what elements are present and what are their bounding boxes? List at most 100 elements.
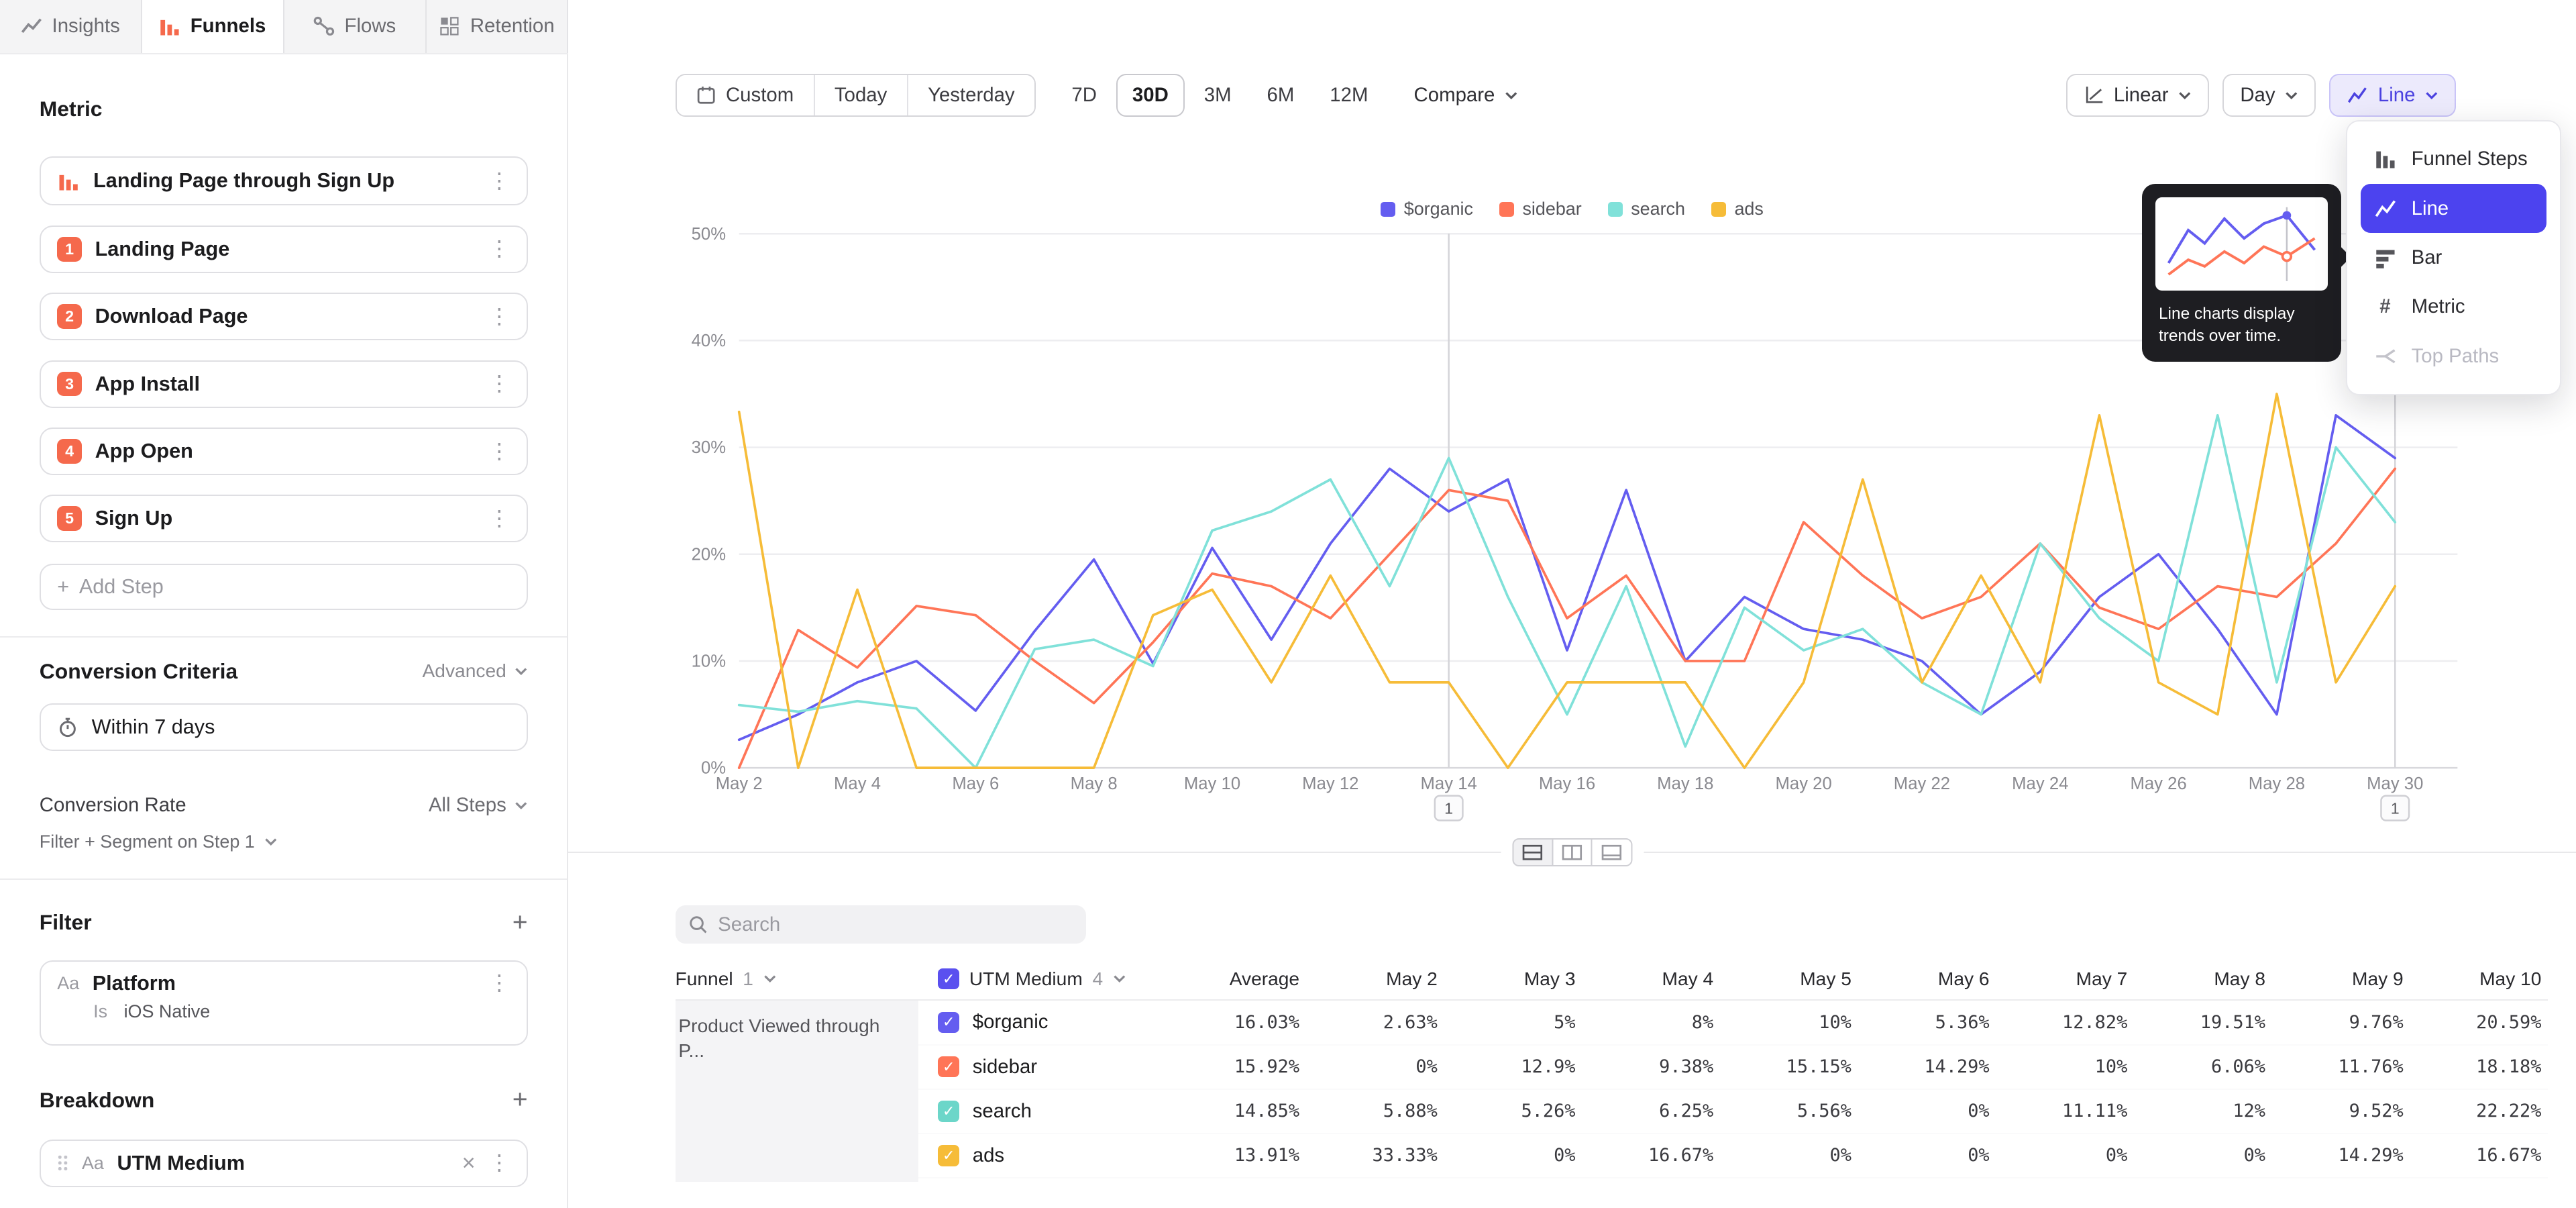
kebab-icon[interactable]: ⋮ <box>488 508 510 530</box>
funnel-title-card[interactable]: Landing Page through Sign Up ⋮ <box>40 156 528 205</box>
close-icon[interactable]: × <box>462 1152 476 1174</box>
row-name: search <box>973 1100 1032 1123</box>
step-label: App Open <box>95 440 193 463</box>
filter-operator[interactable]: Is <box>93 1001 107 1022</box>
layout-toggle-group <box>1501 838 1644 866</box>
x-axis-label: May 14 <box>1421 774 1477 793</box>
add-filter-button[interactable]: + <box>513 908 528 938</box>
add-breakdown-button[interactable]: + <box>513 1085 528 1115</box>
kebab-icon[interactable]: ⋮ <box>488 972 510 994</box>
advanced-dropdown[interactable]: Advanced <box>423 660 528 682</box>
range-6m-button[interactable]: 6M <box>1251 74 1311 117</box>
menu-item-line[interactable]: Line <box>2361 184 2547 233</box>
funnel-step-5[interactable]: 5 Sign Up ⋮ <box>40 495 528 542</box>
chevron-down-icon <box>763 974 777 983</box>
breakdown-utm-card[interactable]: Aa UTM Medium × ⋮ <box>40 1140 528 1187</box>
date-column-header: May 7 <box>1990 968 2128 990</box>
tab-label: Flows <box>345 15 396 38</box>
tab-flows[interactable]: Flows <box>284 0 427 53</box>
tab-retention[interactable]: Retention <box>427 0 569 53</box>
row-value-cell: 12.82% <box>1990 1012 2128 1033</box>
table-search[interactable] <box>676 905 1086 943</box>
breakdown-column-header[interactable]: ✓UTM Medium4 <box>918 968 1150 990</box>
funnel-name-cell[interactable]: Product Viewed through P... <box>676 1001 918 1181</box>
row-value-cell: 20.59% <box>2404 1012 2542 1033</box>
layout-rows-button[interactable] <box>1512 838 1553 866</box>
row-label-cell[interactable]: ✓$organic <box>918 1011 1150 1034</box>
row-label-cell[interactable]: ✓sidebar <box>918 1056 1150 1078</box>
row-checkbox[interactable]: ✓ <box>938 1056 959 1078</box>
series-line-sidebar[interactable] <box>739 468 2396 768</box>
table-row[interactable]: ✓search14.85%5.88%5.26%6.25%5.56%0%11.11… <box>918 1090 2548 1134</box>
row-value-cell: 0% <box>1438 1145 1576 1166</box>
all-steps-dropdown[interactable]: All Steps <box>429 794 528 817</box>
table-row[interactable]: ✓ads13.91%33.33%0%16.67%0%0%0%0%14.29%16… <box>918 1134 2548 1178</box>
menu-item-metric[interactable]: # Metric <box>2361 283 2547 332</box>
funnel-step-4[interactable]: 4 App Open ⋮ <box>40 427 528 475</box>
menu-item-bar[interactable]: Bar <box>2361 233 2547 282</box>
series-line-organic[interactable] <box>739 415 2396 739</box>
funnel-column-header[interactable]: Funnel1 <box>676 968 918 990</box>
funnel-step-1[interactable]: 1 Landing Page ⋮ <box>40 225 528 273</box>
layout-bottom-button[interactable] <box>1591 838 1632 866</box>
calendar-icon <box>696 85 716 105</box>
range-3m-button[interactable]: 3M <box>1188 74 1248 117</box>
range-12m-button[interactable]: 12M <box>1313 74 1384 117</box>
range-30d-button[interactable]: 30D <box>1116 74 1185 117</box>
chart-toolbar: Custom Today Yesterday 7D 30D 3M 6M 12M … <box>676 74 2576 117</box>
range-7d-button[interactable]: 7D <box>1055 74 1113 117</box>
filter-platform-card[interactable]: Aa Platform ⋮ Is iOS Native <box>40 960 528 1046</box>
kebab-icon[interactable]: ⋮ <box>488 306 510 328</box>
day-label: Day <box>2240 84 2275 107</box>
funnel-step-2[interactable]: 2 Download Page ⋮ <box>40 293 528 340</box>
kebab-icon[interactable]: ⋮ <box>488 1152 510 1174</box>
retention-icon <box>439 15 460 37</box>
chart-type-button[interactable]: Line <box>2329 74 2456 117</box>
linear-scale-button[interactable]: Linear <box>2066 74 2209 117</box>
y-axis-label: 40% <box>692 331 726 350</box>
yesterday-button[interactable]: Yesterday <box>908 75 1034 115</box>
filter-property-name: Platform <box>93 972 176 995</box>
row-checkbox[interactable]: ✓ <box>938 1101 959 1122</box>
tab-funnels[interactable]: Funnels <box>142 0 284 53</box>
conversion-window-card[interactable]: Within 7 days <box>40 703 528 751</box>
search-input[interactable] <box>718 913 1073 936</box>
menu-item-top-paths[interactable]: Top Paths <box>2361 332 2547 381</box>
row-checkbox[interactable]: ✓ <box>938 968 959 990</box>
today-button[interactable]: Today <box>815 75 908 115</box>
table-row[interactable]: ✓$organic16.03%2.63%5%8%10%5.36%12.82%19… <box>918 1001 2548 1045</box>
row-label-cell[interactable]: ✓ search <box>918 1100 1150 1123</box>
linear-axis-icon <box>2084 85 2104 105</box>
filter-value[interactable]: iOS Native <box>124 1001 211 1022</box>
row-value-cell: 0% <box>1713 1145 1851 1166</box>
advanced-label: Advanced <box>423 660 506 682</box>
series-line-search[interactable] <box>739 415 2396 767</box>
tab-insights[interactable]: Insights <box>0 0 142 53</box>
row-label-cell[interactable]: ✓ads <box>918 1144 1150 1167</box>
interval-day-button[interactable]: Day <box>2222 74 2316 117</box>
kebab-icon[interactable]: ⋮ <box>488 373 510 395</box>
kebab-icon[interactable]: ⋮ <box>488 441 510 462</box>
chevron-down-icon <box>2425 91 2438 99</box>
filter-segment-dropdown[interactable]: Filter + Segment on Step 1 <box>40 832 528 852</box>
drag-handle-icon[interactable] <box>57 1154 68 1172</box>
line-label: Line <box>2378 84 2416 107</box>
table-row[interactable]: ✓sidebar15.92%0%12.9%9.38%15.15%14.29%10… <box>918 1046 2548 1090</box>
menu-item-funnel-steps[interactable]: Funnel Steps <box>2361 134 2547 183</box>
kebab-icon[interactable]: ⋮ <box>488 170 510 192</box>
row-checkbox[interactable]: ✓ <box>938 1012 959 1034</box>
chart-footer <box>568 838 2576 868</box>
row-checkbox[interactable]: ✓ <box>938 1145 959 1166</box>
funnel-step-3[interactable]: 3 App Install ⋮ <box>40 360 528 408</box>
custom-date-button[interactable]: Custom <box>677 75 815 115</box>
tab-label: Funnels <box>191 15 266 38</box>
sidebar: Metric Landing Page through Sign Up ⋮ 1 … <box>0 54 568 1208</box>
compare-button[interactable]: Compare <box>1401 74 1531 117</box>
all-steps-label: All Steps <box>429 794 506 817</box>
add-step-button[interactable]: + Add Step <box>40 564 528 610</box>
kebab-icon[interactable]: ⋮ <box>488 238 510 260</box>
row-average-cell: 15.92% <box>1150 1056 1299 1077</box>
step-label: Landing Page <box>95 238 230 261</box>
layout-columns-button[interactable] <box>1552 838 1593 866</box>
row-value-cell: 11.11% <box>1990 1101 2128 1121</box>
